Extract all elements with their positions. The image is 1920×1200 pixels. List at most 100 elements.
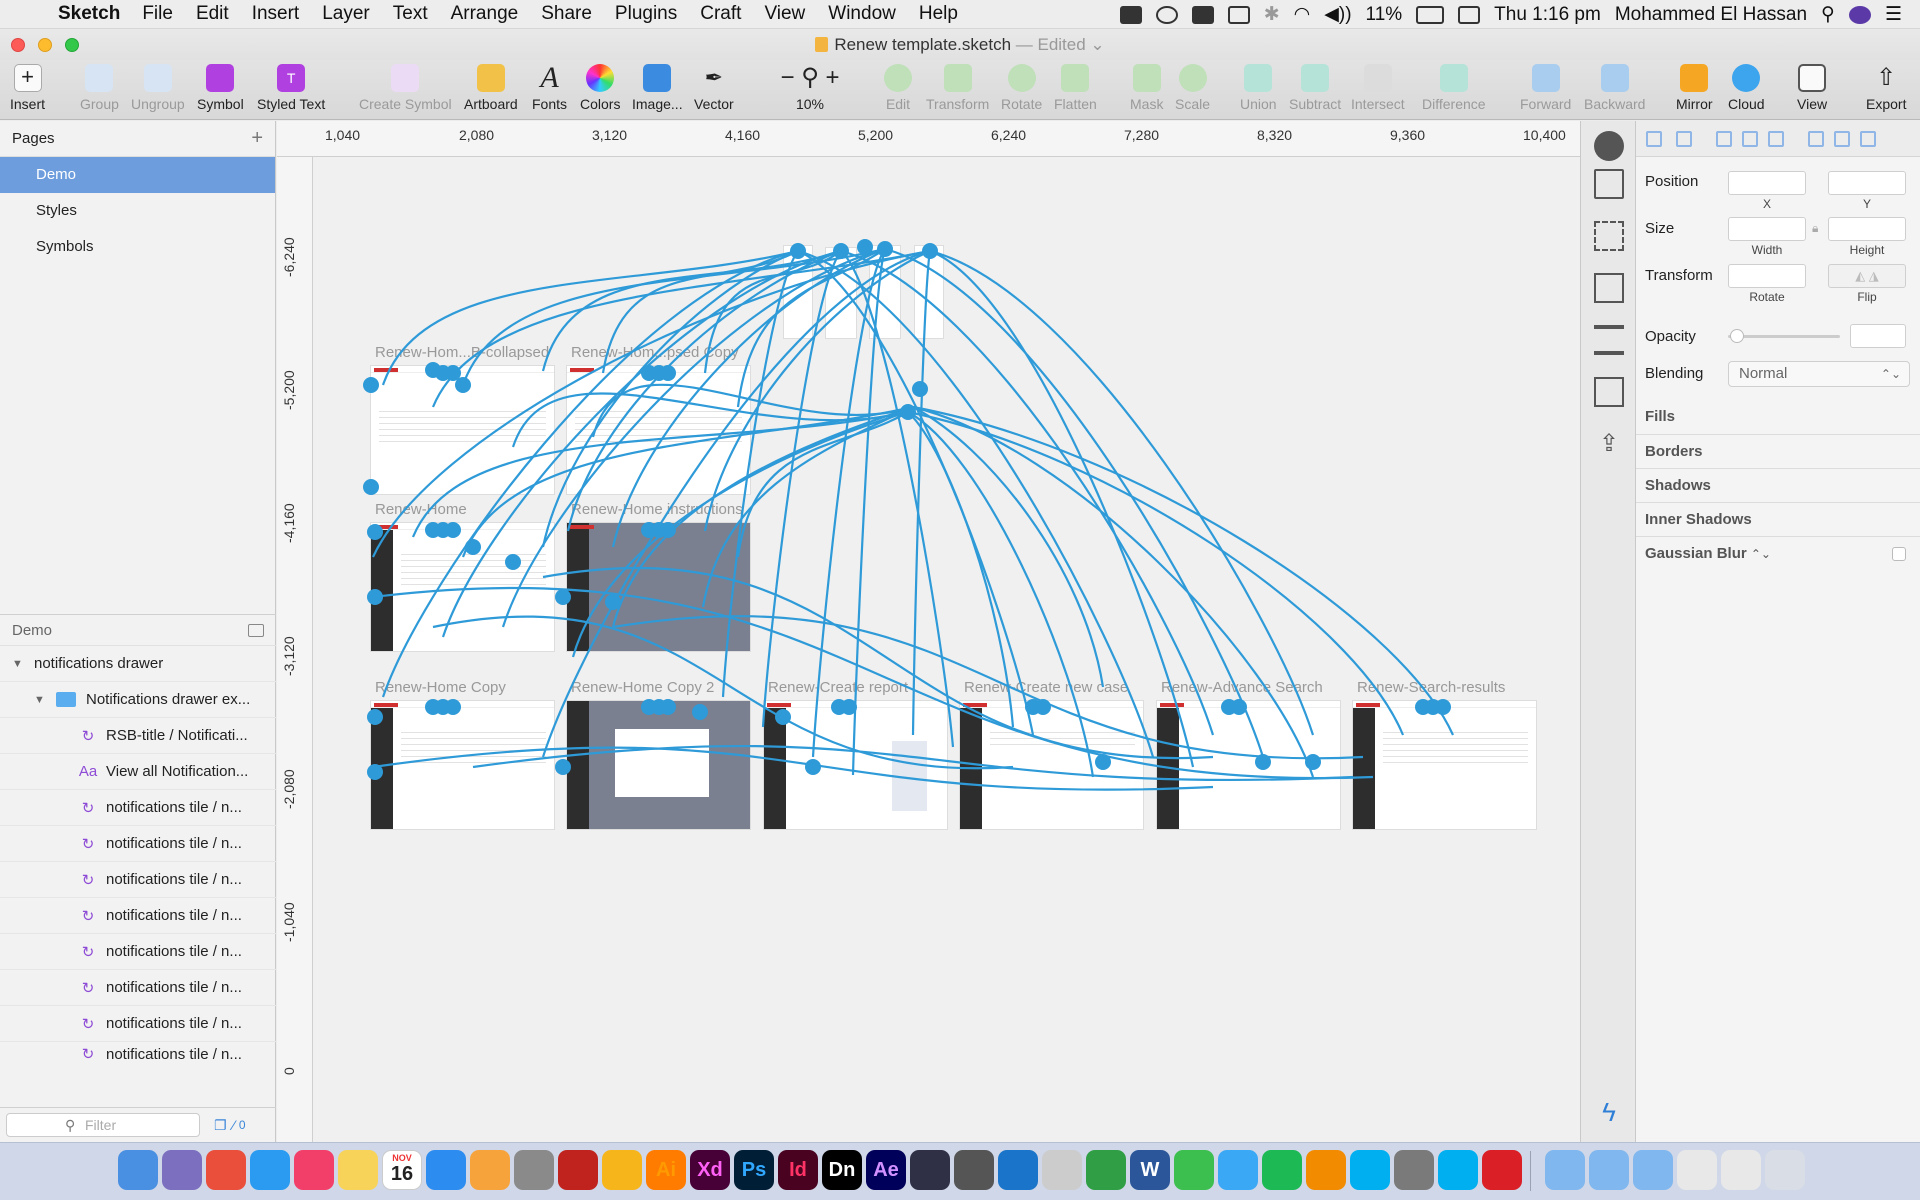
layer-row[interactable]: ↻ RSB-title / Notificati... (0, 718, 276, 754)
gaussian-blur-section[interactable]: Gaussian Blur ⌃⌄ (1636, 536, 1920, 570)
skype-dock-icon[interactable] (1350, 1150, 1390, 1190)
layer-row[interactable]: ↻ notifications tile / n... (0, 790, 276, 826)
hotspot-dot[interactable] (660, 365, 676, 381)
siri-icon[interactable] (1848, 5, 1871, 24)
hotspot-dot[interactable] (455, 377, 471, 393)
hotspot-dot[interactable] (660, 699, 676, 715)
hotspot-dot[interactable] (605, 594, 621, 610)
add-image-icon[interactable] (1594, 377, 1624, 407)
flip-buttons[interactable]: ◭ ◮ (1828, 264, 1906, 288)
creative-cloud-dock-icon[interactable] (1482, 1150, 1522, 1190)
trash-dock-icon[interactable] (1765, 1150, 1805, 1190)
spotify-dock-icon[interactable] (1262, 1150, 1302, 1190)
sketch-mirror-dock-icon[interactable] (954, 1150, 994, 1190)
app-store-dock-icon[interactable] (426, 1150, 466, 1190)
menu-file[interactable]: File (142, 3, 173, 25)
zoom-icon[interactable]: − ⚲ + (770, 64, 850, 92)
flatten-button[interactable]: Flatten (1054, 64, 1097, 112)
hotspot-dot[interactable] (692, 704, 708, 720)
union-button[interactable]: Union (1240, 64, 1277, 112)
layer-row[interactable]: ↻ notifications tile / n... (0, 898, 276, 934)
difference-button[interactable]: Difference (1422, 64, 1486, 112)
finder-dock-icon[interactable] (118, 1150, 158, 1190)
facetime-dock-icon[interactable] (1174, 1150, 1214, 1190)
battery-icon[interactable] (1416, 5, 1445, 24)
align-center-icon[interactable] (1742, 131, 1758, 147)
rotate-button[interactable]: Rotate (1001, 64, 1042, 112)
hotspot-dot[interactable] (1255, 754, 1271, 770)
music-dock-icon[interactable] (294, 1150, 334, 1190)
hotspot-dot[interactable] (922, 243, 938, 259)
hotspot-dot[interactable] (833, 243, 849, 259)
layer-row[interactable]: ▼ Notifications drawer ex... (0, 682, 276, 718)
hotspot-dot[interactable] (1095, 754, 1111, 770)
hotspot-dot[interactable] (1231, 699, 1247, 715)
width-field[interactable] (1728, 217, 1806, 241)
hotspot-dot[interactable] (805, 759, 821, 775)
create-symbol-button[interactable]: Create Symbol (359, 64, 452, 112)
hotspot-dot[interactable] (445, 522, 461, 538)
symbol-overrides-icon[interactable] (1594, 221, 1624, 251)
rocket-dock-icon[interactable] (1394, 1150, 1434, 1190)
textedit-dock-icon[interactable] (1042, 1150, 1082, 1190)
word-dock-icon[interactable]: W (1130, 1150, 1170, 1190)
zoom-control[interactable]: − ⚲ + 10% (770, 64, 850, 112)
align-right-icon[interactable] (1768, 131, 1784, 147)
id-dock-icon[interactable]: Id (778, 1150, 818, 1190)
recent-window-dock-icon[interactable] (1677, 1150, 1717, 1190)
backward-button[interactable]: Backward (1584, 64, 1645, 112)
menu-layer[interactable]: Layer (322, 3, 370, 25)
hotspot-dot[interactable] (555, 759, 571, 775)
hotspot-dot[interactable] (505, 554, 521, 570)
blur-enable-checkbox[interactable] (1892, 547, 1906, 561)
menu-plugins[interactable]: Plugins (615, 3, 677, 25)
fills-section[interactable]: Fills (1636, 400, 1920, 434)
menu-insert[interactable]: Insert (252, 3, 300, 25)
hotspot-dot[interactable] (877, 241, 893, 257)
calendar-dock-icon[interactable]: NOV 16 (382, 1150, 422, 1190)
lightning-icon[interactable]: ϟ (1594, 1097, 1624, 1127)
page-symbols[interactable]: Symbols (0, 229, 275, 265)
notification-center-icon[interactable]: ☰ (1885, 3, 1902, 26)
forward-button[interactable]: Forward (1520, 64, 1571, 112)
disclosure-triangle-icon[interactable]: ▼ (34, 694, 48, 706)
acrobat-dock-icon[interactable] (558, 1150, 598, 1190)
airplay-icon[interactable] (1227, 5, 1250, 24)
subtract-button[interactable]: Subtract (1289, 64, 1341, 112)
ai-dock-icon[interactable]: Ai (646, 1150, 686, 1190)
menu-view[interactable]: View (764, 3, 805, 25)
page-demo[interactable]: Demo (0, 157, 275, 193)
design-canvas[interactable]: Renew-Hom...B-collapsed Renew-Hom...psed… (313, 157, 1580, 1142)
hotspot-dot[interactable] (367, 709, 383, 725)
hotspot-dot[interactable] (1435, 699, 1451, 715)
ungroup-button[interactable]: Ungroup (131, 64, 185, 112)
symbols-filter-icon[interactable]: ❐ (214, 1117, 227, 1134)
hotspot-dot[interactable] (367, 589, 383, 605)
menu-clock[interactable]: Thu 1:16 pm (1494, 4, 1601, 26)
image-button[interactable]: Image... (632, 64, 683, 112)
menu-craft[interactable]: Craft (700, 3, 741, 25)
ae-dock-icon[interactable]: Ae (866, 1150, 906, 1190)
xcode-dock-icon[interactable] (1086, 1150, 1126, 1190)
symbol-button[interactable]: Symbol (197, 64, 244, 112)
layer-row[interactable]: ↻ notifications tile / n... (0, 1042, 276, 1066)
wifi-icon[interactable]: ◠ (1294, 3, 1311, 26)
sublime-dock-icon[interactable] (1306, 1150, 1346, 1190)
hotspot-dot[interactable] (555, 589, 571, 605)
applications-folder-dock-icon[interactable] (1633, 1150, 1673, 1190)
opacity-slider[interactable] (1728, 335, 1840, 338)
hotspot-dot[interactable] (841, 699, 857, 715)
quicktime-dock-icon[interactable] (998, 1150, 1038, 1190)
bluetooth-icon[interactable]: ✱ (1264, 3, 1280, 26)
volume-icon[interactable]: ◀)) (1324, 3, 1351, 26)
align-middle-icon[interactable] (1834, 131, 1850, 147)
mirror-status-icon[interactable] (1191, 5, 1214, 24)
menu-window[interactable]: Window (828, 3, 896, 25)
fonts-button[interactable]: A Fonts (532, 63, 567, 113)
messages-dock-icon[interactable] (1218, 1150, 1258, 1190)
height-field[interactable] (1828, 217, 1906, 241)
position-y-field[interactable] (1828, 171, 1906, 195)
layer-row[interactable]: ↻ notifications tile / n... (0, 826, 276, 862)
hotspot-dot[interactable] (912, 381, 928, 397)
hotspot-dot[interactable] (445, 699, 461, 715)
